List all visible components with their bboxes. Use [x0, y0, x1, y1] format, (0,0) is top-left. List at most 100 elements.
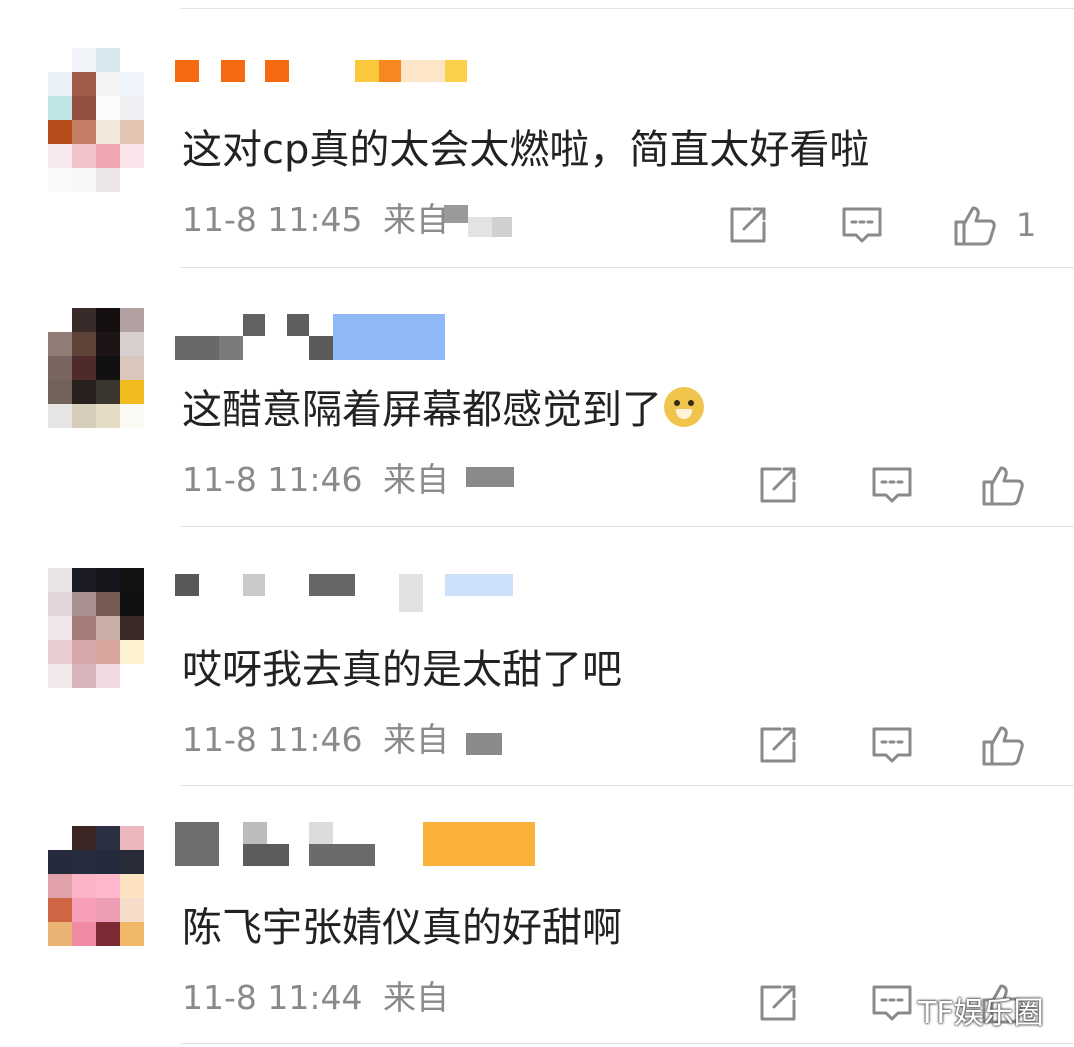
- avatar-pixel: [72, 72, 96, 96]
- avatar-pixel: [48, 640, 72, 664]
- comment-button[interactable]: [870, 460, 914, 510]
- avatar-pixel: [72, 850, 96, 874]
- comment-button[interactable]: [840, 200, 884, 250]
- source-blurred: [466, 465, 514, 499]
- avatar-pixel: [72, 898, 96, 922]
- comment-button[interactable]: [870, 978, 914, 1028]
- repost-icon: [760, 985, 796, 1021]
- avatar-pixel: [96, 826, 120, 850]
- avatar[interactable]: [40, 40, 152, 192]
- comment-item: 陈飞宇张婧仪真的好甜啊 11-8 11:44 来自: [0, 788, 1074, 1046]
- avatar-pixel: [72, 404, 96, 428]
- avatar-pixel: [120, 664, 144, 688]
- name-pixel: [219, 336, 243, 360]
- avatar-pixel: [48, 308, 72, 332]
- avatar-pixel: [120, 616, 144, 640]
- comment-source-label: 来自: [383, 720, 449, 759]
- repost-button[interactable]: [726, 200, 770, 250]
- watermark: TF娱乐圈: [918, 996, 1044, 1031]
- avatar-pixel: [120, 380, 144, 404]
- avatar-pixel: [48, 48, 72, 72]
- avatar-pixel: [96, 898, 120, 922]
- avatar-pixel: [96, 356, 120, 380]
- comment-text: 这醋意隔着屏幕都感觉到了: [182, 378, 704, 442]
- avatar-pixel: [120, 308, 144, 332]
- username-blurred[interactable]: [175, 822, 595, 878]
- avatar-pixel: [96, 144, 120, 168]
- avatar-pixel: [120, 592, 144, 616]
- avatar-pixel: [120, 640, 144, 664]
- avatar-pixel: [96, 664, 120, 688]
- avatar-pixel: [72, 592, 96, 616]
- name-pixel: [399, 574, 423, 612]
- repost-icon: [730, 207, 766, 243]
- comment-icon: [842, 207, 882, 243]
- avatar-pixel: [72, 874, 96, 898]
- avatar-pixel: [96, 332, 120, 356]
- repost-button[interactable]: [756, 720, 800, 770]
- comment-time: 11-8 11:46: [182, 720, 363, 759]
- name-pixel: [309, 844, 375, 866]
- avatar-pixel: [48, 568, 72, 592]
- like-button[interactable]: 1: [952, 200, 1036, 250]
- comment-meta: 11-8 11:45 来自: [182, 195, 449, 245]
- comment-time: 11-8 11:45: [182, 200, 363, 239]
- comment-text-content: 这醋意隔着屏幕都感觉到了: [182, 387, 662, 433]
- username-blurred[interactable]: [175, 60, 595, 100]
- avatar[interactable]: [40, 300, 152, 430]
- thumbs-up-icon: [982, 466, 1024, 506]
- like-button[interactable]: [980, 720, 1044, 770]
- comment-text: 哎呀我去真的是太甜了吧: [182, 647, 622, 693]
- avatar-pixel: [72, 120, 96, 144]
- repost-button[interactable]: [756, 460, 800, 510]
- avatar-pixel: [120, 48, 144, 72]
- comment-text: 陈飞宇张婧仪真的好甜啊: [182, 905, 622, 951]
- comment-divider: [180, 1043, 1074, 1044]
- avatar-pixel: [48, 72, 72, 96]
- like-count: 1: [1016, 206, 1037, 244]
- avatar-pixel: [72, 664, 96, 688]
- avatar-pixel: [96, 874, 120, 898]
- top-divider: [180, 8, 1074, 9]
- avatar-pixel: [48, 898, 72, 922]
- avatar-pixel: [48, 144, 72, 168]
- avatar-pixel: [48, 120, 72, 144]
- comment-button[interactable]: [870, 720, 914, 770]
- comment-meta: 11-8 11:46 来自: [182, 455, 449, 505]
- name-pixel: [221, 60, 245, 82]
- comment-icon: [872, 727, 912, 763]
- thumbs-up-icon: [982, 726, 1024, 766]
- avatar-pixel: [120, 120, 144, 144]
- username-blurred[interactable]: [175, 314, 595, 360]
- doge-emoji-icon: [664, 387, 704, 427]
- comment-source-label: 来自: [383, 978, 449, 1017]
- comment-divider: [180, 526, 1074, 527]
- avatar-pixel: [96, 168, 120, 192]
- username-blurred[interactable]: [175, 574, 595, 620]
- avatar-pixel: [48, 404, 72, 428]
- avatar-pixel: [96, 568, 120, 592]
- avatar-pixel: [48, 616, 72, 640]
- comment-meta: 11-8 11:44 来自: [182, 973, 449, 1023]
- comment-source-label: 来自: [383, 460, 449, 499]
- avatar-pixel: [72, 96, 96, 120]
- name-pixel: [175, 60, 199, 82]
- comment-item: 这对cp真的太会太燃啦，简直太好看啦 11-8 11:45 来自 1: [0, 10, 1074, 268]
- avatar[interactable]: [40, 560, 152, 690]
- avatar-pixel: [96, 850, 120, 874]
- like-button[interactable]: [980, 460, 1044, 510]
- avatar-pixel: [72, 640, 96, 664]
- comment-time: 11-8 11:46: [182, 460, 363, 499]
- avatar-pixel: [72, 380, 96, 404]
- repost-button[interactable]: [756, 978, 800, 1028]
- comment-icon: [872, 985, 912, 1021]
- avatar[interactable]: [40, 818, 152, 948]
- avatar-pixel: [96, 592, 120, 616]
- name-pixel: [379, 60, 401, 82]
- name-pixel: [445, 60, 467, 82]
- name-pixel: [309, 336, 333, 360]
- avatar-pixel: [48, 664, 72, 688]
- name-pixel: [175, 336, 219, 360]
- name-pixel: [243, 844, 289, 866]
- avatar-pixel: [72, 308, 96, 332]
